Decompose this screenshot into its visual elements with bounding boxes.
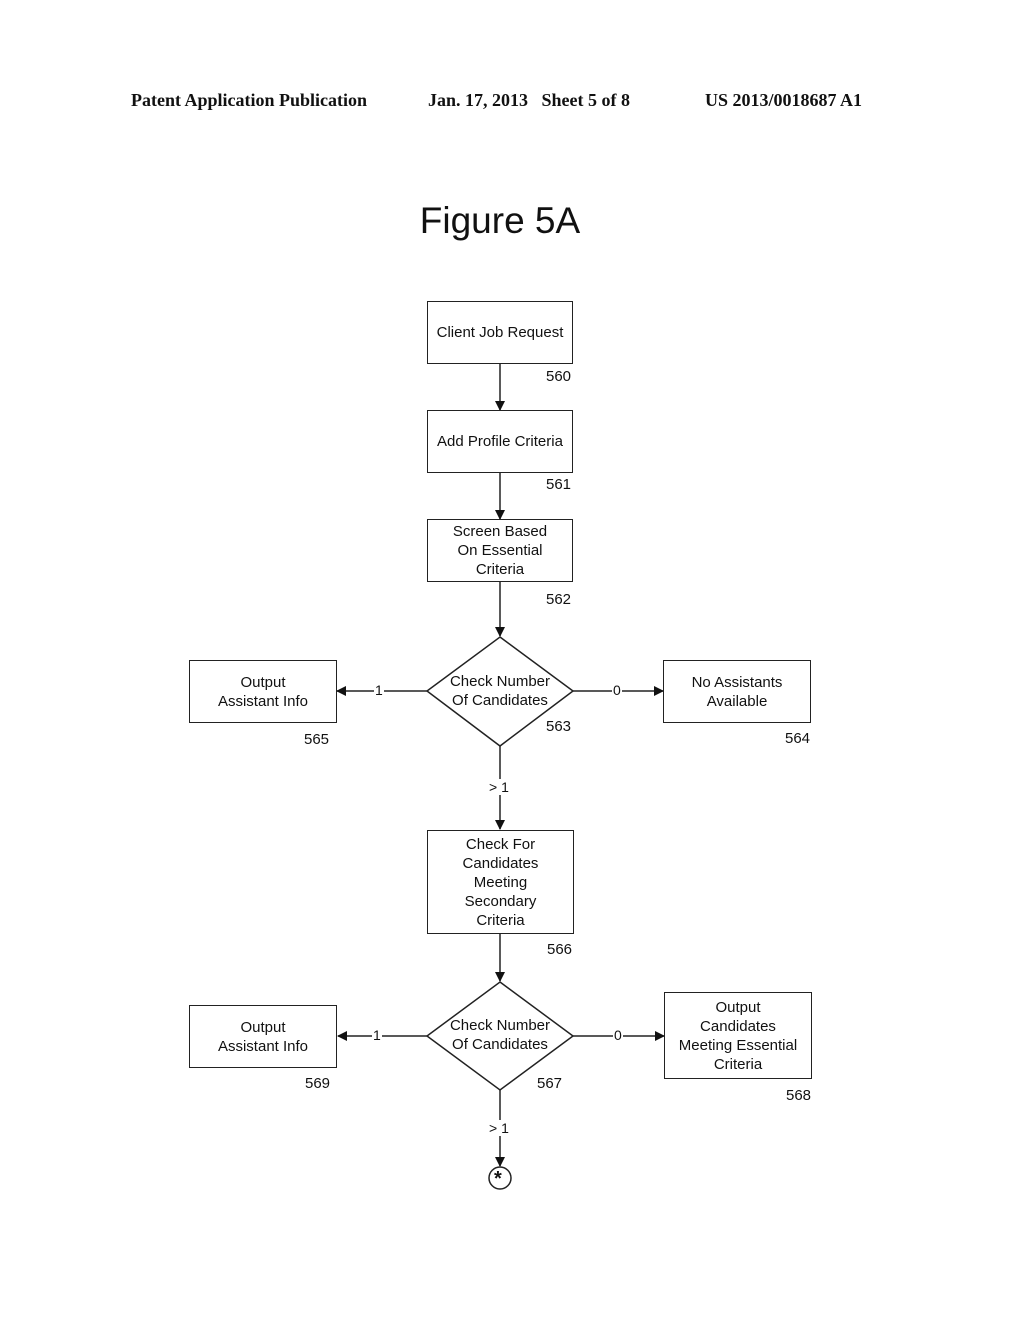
ref-563: 563 <box>546 718 572 735</box>
decision-563-label: Check Number Of Candidates <box>449 673 551 709</box>
connector-lines <box>336 364 665 1190</box>
edge-label-567-568: 0 <box>613 1027 623 1043</box>
node-no-assistants-available: No Assistants Available <box>663 660 811 723</box>
ref-560: 560 <box>546 368 572 385</box>
node-add-profile-criteria: Add Profile Criteria <box>427 410 573 473</box>
continuation-symbol: * <box>494 1168 502 1190</box>
node-output-candidates-essential: Output Candidates Meeting Essential Crit… <box>664 992 812 1079</box>
ref-569: 569 <box>305 1075 331 1092</box>
node-screen-essential-criteria: Screen Based On Essential Criteria <box>427 519 573 582</box>
ref-566: 566 <box>547 941 573 958</box>
edge-label-567-cont: > 1 <box>488 1120 510 1136</box>
edge-label-567-569: 1 <box>372 1027 382 1043</box>
node-client-job-request: Client Job Request <box>427 301 573 364</box>
node-output-assistant-info-565: Output Assistant Info <box>189 660 337 723</box>
edge-label-563-564: 0 <box>612 682 622 698</box>
ref-562: 562 <box>546 591 572 608</box>
edge-label-563-566: > 1 <box>488 779 510 795</box>
ref-568: 568 <box>786 1087 812 1104</box>
ref-567: 567 <box>537 1075 563 1092</box>
ref-565: 565 <box>304 731 330 748</box>
ref-561: 561 <box>546 476 572 493</box>
decision-567-label: Check Number Of Candidates <box>449 1017 551 1053</box>
ref-564: 564 <box>785 730 811 747</box>
node-check-secondary-criteria: Check For Candidates Meeting Secondary C… <box>427 830 574 934</box>
node-output-assistant-info-569: Output Assistant Info <box>189 1005 337 1068</box>
edge-label-563-565: 1 <box>374 682 384 698</box>
